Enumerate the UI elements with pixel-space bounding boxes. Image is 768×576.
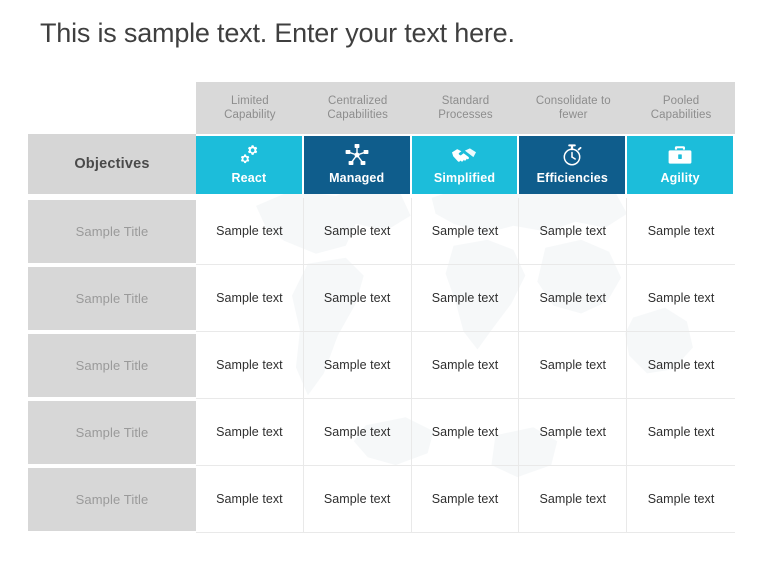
table-cell: Sample text — [519, 198, 628, 265]
table-cell-text: Sample text — [216, 291, 283, 305]
row-label-2: Sample Title — [28, 267, 196, 330]
row-header-objectives: Objectives — [28, 134, 196, 194]
stage-label: React — [231, 171, 267, 185]
row-label-text: Sample Title — [75, 291, 149, 306]
column-header-label: Standard Processes — [438, 95, 493, 121]
table-cell-text: Sample text — [647, 425, 715, 439]
handshake-icon — [450, 143, 478, 167]
table-cell: Sample text — [411, 332, 520, 399]
row-label-3: Sample Title — [28, 334, 196, 397]
table-cell-text: Sample text — [323, 425, 391, 439]
column-header-5: Pooled Capabilities — [627, 82, 737, 134]
stage-label: Simplified — [433, 171, 496, 185]
table-cell-text: Sample text — [323, 492, 391, 506]
table-cell: Sample text — [627, 198, 735, 265]
table-cell: Sample text — [627, 332, 735, 399]
column-header-label: Consolidate to fewer — [535, 95, 611, 121]
table-cell: Sample text — [627, 399, 735, 466]
column-header-1: Limited Capability — [196, 82, 306, 134]
table-cell-text: Sample text — [431, 224, 499, 238]
table-cell: Sample text — [303, 265, 412, 332]
table-cell: Sample text — [519, 332, 628, 399]
row-label-text: Sample Title — [75, 358, 149, 373]
table-cell: Sample text — [411, 466, 520, 533]
table-cell-text: Sample text — [431, 291, 499, 305]
table-cell-text: Sample text — [431, 358, 499, 372]
table-cell-text: Sample text — [647, 291, 715, 305]
column-header-3: Standard Processes — [411, 82, 522, 134]
row-header-label: Objectives — [74, 156, 150, 172]
row-label-5: Sample Title — [28, 468, 196, 531]
table-cell: Sample text — [196, 198, 304, 265]
stage-cell-managed[interactable]: Managed — [303, 136, 412, 194]
table-cell-text: Sample text — [431, 492, 499, 506]
table-cell: Sample text — [519, 265, 628, 332]
page-title: This is sample text. Enter your text her… — [40, 18, 515, 48]
table-cell-text: Sample text — [539, 358, 607, 372]
stage-cell-react[interactable]: React — [196, 136, 304, 194]
table-cell-text: Sample text — [539, 291, 607, 305]
table-cell: Sample text — [303, 466, 412, 533]
table-cell-text: Sample text — [647, 492, 715, 506]
table-cell-text: Sample text — [216, 492, 283, 506]
stage-label: Managed — [329, 171, 385, 185]
table-cell: Sample text — [411, 265, 520, 332]
table-cell-text: Sample text — [539, 492, 607, 506]
table-cell-text: Sample text — [431, 425, 499, 439]
table-cell: Sample text — [196, 399, 304, 466]
briefcase-icon — [667, 143, 693, 167]
table-cell-text: Sample text — [323, 224, 391, 238]
stage-cell-efficiencies[interactable]: Efficiencies — [519, 136, 628, 194]
slide-canvas: This is sample text. Enter your text her… — [0, 0, 768, 576]
row-label-1: Sample Title — [28, 200, 196, 263]
row-label-4: Sample Title — [28, 401, 196, 464]
table-cell-text: Sample text — [216, 358, 283, 372]
stage-cell-simplified[interactable]: Simplified — [411, 136, 520, 194]
comparison-table: Objectives Limited Capability Centralized C… — [28, 82, 737, 535]
table-cell: Sample text — [196, 332, 304, 399]
table-cell-text: Sample text — [647, 224, 715, 238]
table-cell: Sample text — [303, 399, 412, 466]
table-cell-text: Sample text — [216, 425, 283, 439]
network-icon — [344, 143, 370, 167]
table-cell-text: Sample text — [323, 358, 391, 372]
table-cell: Sample text — [303, 332, 412, 399]
column-header-label: Pooled Capabilities — [650, 95, 712, 121]
table-cell-text: Sample text — [647, 358, 715, 372]
table-cell-text: Sample text — [216, 224, 283, 238]
column-header-label: Limited Capability — [224, 95, 276, 121]
row-label-text: Sample Title — [75, 224, 149, 239]
table-cell: Sample text — [627, 265, 735, 332]
stopwatch-icon — [561, 143, 583, 167]
column-header-label: Centralized Capabilities — [327, 95, 389, 121]
table-cell: Sample text — [411, 399, 520, 466]
table-cell: Sample text — [519, 399, 628, 466]
gears-icon — [237, 143, 261, 167]
table-cell: Sample text — [303, 198, 412, 265]
table-cell: Sample text — [627, 466, 735, 533]
table-cell: Sample text — [411, 198, 520, 265]
table-cell-text: Sample text — [539, 224, 607, 238]
row-label-text: Sample Title — [75, 425, 149, 440]
stage-label: Efficiencies — [536, 171, 608, 185]
table-cell: Sample text — [196, 466, 304, 533]
row-label-text: Sample Title — [75, 492, 149, 507]
stage-cell-agility[interactable]: Agility — [627, 136, 735, 194]
column-header-2: Centralized Capabilities — [303, 82, 414, 134]
stage-label: Agility — [660, 171, 700, 185]
table-cell-text: Sample text — [323, 291, 391, 305]
table-cell: Sample text — [519, 466, 628, 533]
table-cell-text: Sample text — [539, 425, 607, 439]
table-cell: Sample text — [196, 265, 304, 332]
column-header-4: Consolidate to fewer — [519, 82, 630, 134]
